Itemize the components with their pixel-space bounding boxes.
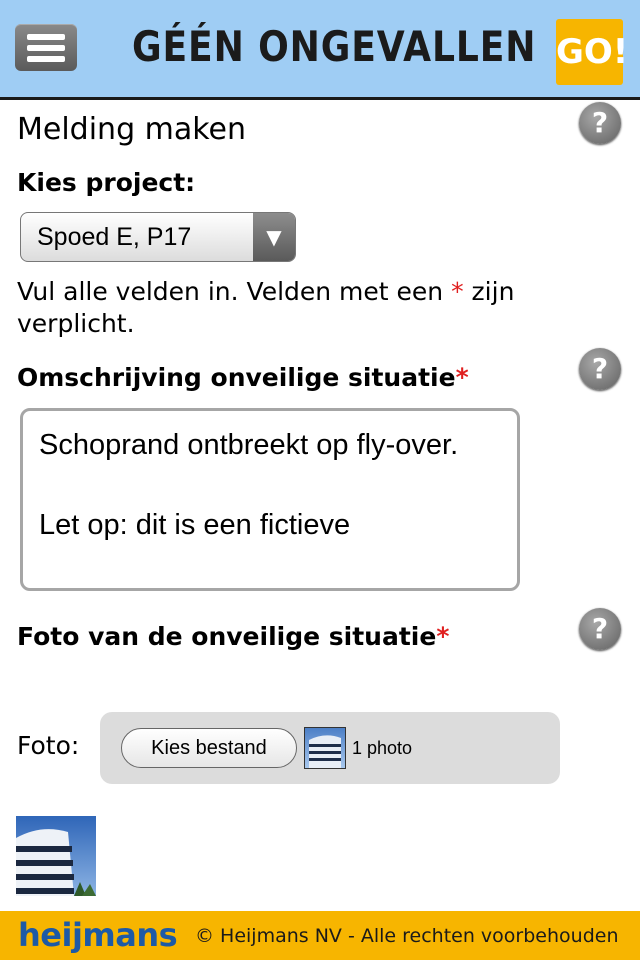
required-asterisk: *: [436, 622, 450, 651]
description-label: Omschrijving onveilige situatie*: [17, 363, 469, 392]
choose-file-button[interactable]: Kies bestand: [121, 728, 297, 768]
help-icon[interactable]: ?: [579, 608, 621, 650]
photo-preview[interactable]: [16, 816, 96, 896]
project-select-value: Spoed E, P17: [37, 223, 192, 251]
page-title: Melding maken: [17, 112, 247, 147]
photo-field-label: Foto:: [17, 731, 80, 760]
app-footer: heijmans © Heijmans NV - Alle rechten vo…: [0, 911, 640, 960]
description-label-text: Omschrijving onveilige situatie: [17, 363, 456, 392]
menu-button[interactable]: [15, 24, 77, 71]
brand-title: GÉÉN ONGEVALLEN: [132, 22, 537, 71]
file-thumbnail: [304, 727, 346, 769]
info-text: Vul alle velden in. Velden met een: [17, 277, 452, 306]
project-label: Kies project:: [17, 168, 196, 197]
hamburger-line: [27, 56, 65, 62]
help-icon[interactable]: ?: [579, 348, 621, 390]
project-select[interactable]: Spoed E, P17 ▼: [20, 212, 296, 262]
description-textarea[interactable]: Schoprand ontbreekt op fly-over. Let op:…: [20, 408, 520, 591]
heijmans-logo: heijmans: [18, 916, 178, 954]
required-asterisk: *: [455, 363, 469, 392]
photo-label: Foto van de onveilige situatie*: [17, 622, 449, 651]
hamburger-line: [27, 45, 65, 51]
app-header: GÉÉN ONGEVALLEN GO!: [0, 0, 640, 100]
photo-label-text: Foto van de onveilige situatie: [17, 622, 437, 651]
chevron-down-icon: ▼: [253, 213, 295, 261]
file-picker: Kies bestand 1 photo: [100, 712, 560, 784]
required-fields-info: Vul alle velden in. Velden met een * zij…: [17, 276, 617, 340]
go-logo: GO!: [556, 19, 628, 85]
file-count: 1 photo: [352, 738, 413, 758]
help-icon[interactable]: ?: [579, 102, 621, 144]
copyright-text: © Heijmans NV - Alle rechten voorbehoude…: [195, 925, 619, 947]
required-asterisk: *: [451, 277, 464, 306]
hamburger-menu-icon: [27, 34, 65, 40]
